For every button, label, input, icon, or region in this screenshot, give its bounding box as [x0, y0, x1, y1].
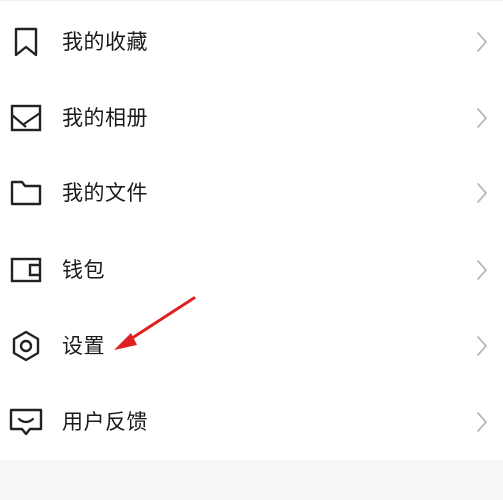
- bookmark-icon: [8, 24, 44, 60]
- menu-item-feedback[interactable]: 用户反馈: [0, 384, 503, 460]
- menu-item-settings[interactable]: 设置: [0, 308, 503, 384]
- menu-item-label: 我的相册: [62, 105, 148, 130]
- chevron-right-icon: [472, 258, 492, 282]
- chevron-right-icon: [472, 106, 492, 130]
- menu-item-wallet[interactable]: 钱包: [0, 232, 503, 308]
- menu-item-files[interactable]: 我的文件: [0, 155, 503, 231]
- feedback-icon: [8, 404, 44, 440]
- bottom-section-background: [0, 460, 503, 500]
- image-icon: [8, 100, 44, 136]
- chevron-right-icon: [472, 30, 492, 54]
- top-divider: [0, 0, 503, 1]
- menu-item-label: 设置: [62, 333, 105, 358]
- menu-item-favorites[interactable]: 我的收藏: [0, 4, 503, 80]
- chevron-right-icon: [472, 410, 492, 434]
- menu-item-label: 钱包: [62, 257, 105, 282]
- menu-item-album[interactable]: 我的相册: [0, 80, 503, 156]
- menu-item-label: 用户反馈: [62, 409, 148, 434]
- wallet-icon: [8, 252, 44, 288]
- menu-item-label: 我的收藏: [62, 29, 148, 54]
- folder-icon: [8, 175, 44, 211]
- menu-screen: 我的收藏 我的相册 我的文件 钱包 设置 用户反馈: [0, 0, 503, 500]
- menu-item-label: 我的文件: [62, 180, 148, 205]
- chevron-right-icon: [472, 334, 492, 358]
- chevron-right-icon: [472, 181, 492, 205]
- settings-icon: [8, 328, 44, 364]
